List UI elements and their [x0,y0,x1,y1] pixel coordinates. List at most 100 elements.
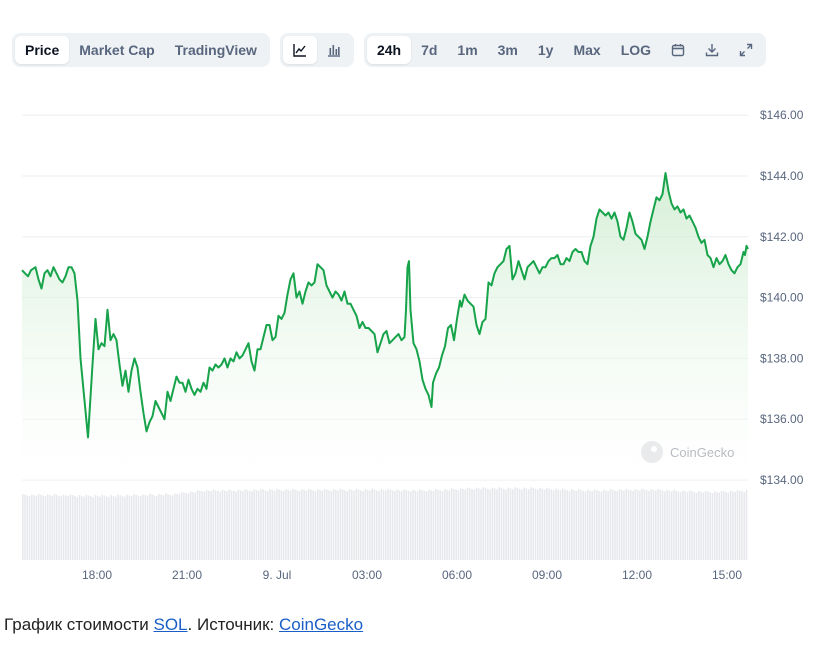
range-max[interactable]: Max [563,36,610,64]
volume-bar [62,494,65,560]
volume-bar [153,495,156,560]
volume-bar [396,489,398,560]
volume-bar [303,489,305,560]
volume-bar [369,490,371,560]
volume-bar [668,490,671,560]
volume-bar [296,490,299,560]
volume-bar [493,488,496,560]
expand-button[interactable] [729,36,763,64]
volume-bar [128,495,131,560]
volume-bar [65,495,67,560]
volume-bar [103,495,106,560]
volume-bar [278,489,280,560]
volume-bar [620,489,623,560]
volume-bar [446,489,448,560]
volume-bar [571,489,573,560]
y-tick-label: $134.00 [760,473,804,487]
coin-link[interactable]: SOL [154,615,188,634]
volume-bar [267,491,269,560]
volume-bar [105,496,108,560]
volume-bar [332,489,335,560]
volume-bar [130,496,133,560]
watermark: CoinGecko [641,441,734,463]
volume-bar [421,490,423,560]
volume-bar [108,497,110,560]
volume-bar [135,494,138,560]
volume-bar [695,492,698,560]
volume-bar [194,492,196,560]
volume-bar [500,488,503,560]
volume-bar [60,496,63,560]
coingecko-logo-icon [641,441,663,463]
volume-bar [142,494,144,560]
volume-bar [223,490,226,560]
tab-tradingview[interactable]: TradingView [165,36,267,64]
x-axis-labels: 18:00 21:00 9. Jul 03:00 06:00 09:00 12:00 15:0… [82,568,742,582]
source-link[interactable]: CoinGecko [279,615,363,634]
volume-bar [625,488,628,560]
volume-bar [174,493,176,560]
y-tick-label: $136.00 [760,412,804,426]
volume-bar [237,489,240,560]
volume-bar [121,496,124,560]
volume-bar [115,496,117,560]
volume-bar [92,497,94,560]
volume-bar [462,488,464,560]
download-button[interactable] [695,36,729,64]
coingecko-logo-eye [651,446,657,452]
volume-bar [24,494,26,560]
expand-icon [739,43,753,57]
range-3m[interactable]: 3m [488,36,528,64]
volume-bar [743,491,746,560]
volume-bar [251,491,253,560]
volume-bar [362,491,364,560]
calendar-button[interactable] [661,36,695,64]
volume-bar [253,489,255,560]
volume-bar [471,488,473,560]
volume-bar [527,489,530,560]
volume-bar [595,490,598,560]
volume-bar [285,489,287,560]
volume-bar [244,489,246,560]
log-scale-button[interactable]: LOG [611,36,661,64]
volume-bar [328,490,330,560]
volume-bar [725,492,727,560]
volume-bar [741,491,743,560]
volume-bar [407,490,410,560]
volume-bar [602,489,605,560]
range-1m[interactable]: 1m [447,36,487,64]
volume-bar [162,495,165,560]
tab-price[interactable]: Price [15,36,70,64]
volume-bar [133,494,135,560]
volume-bar [441,491,444,560]
volume-bar [201,491,203,560]
volume-bar [198,490,201,560]
volume-bar [561,488,564,560]
volume-bar [548,488,550,560]
bar-chart-button[interactable] [317,36,351,64]
range-7d[interactable]: 7d [411,36,447,64]
range-1y[interactable]: 1y [528,36,564,64]
volume-bar [124,496,126,560]
volume-bar [185,493,187,560]
volume-bar [364,489,367,560]
line-chart-button[interactable] [282,36,317,64]
y-axis-labels: $134.00 $136.00 $138.00 $140.00 $142.00 $144.… [760,108,804,487]
x-tick-label: 03:00 [352,568,382,582]
volume-bar [709,492,711,560]
volume-bar [158,493,160,560]
volume-bar [532,488,535,560]
chart-type-group [279,33,354,67]
volume-bar [307,488,310,560]
volume-bar [76,496,79,560]
volume-bar [704,490,707,560]
volume-bar [698,490,700,560]
tab-market-cap[interactable]: Market Cap [69,36,164,64]
volume-bar [46,494,49,560]
range-24h[interactable]: 24h [366,36,412,64]
volume-bar [691,491,693,560]
volume-bar [40,494,42,560]
volume-bar [428,489,430,560]
line-chart-icon [293,44,306,57]
volume-bar [221,489,224,560]
